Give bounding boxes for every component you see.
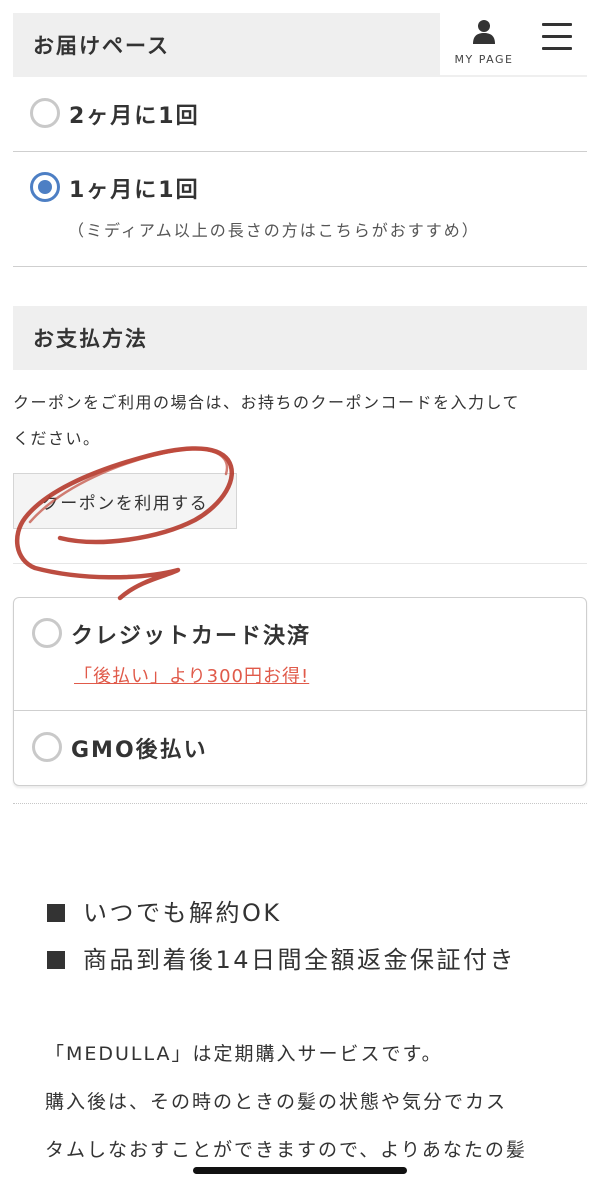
top-nav: MY PAGE — [440, 13, 587, 75]
description-line: 購入後は、その時のときの髪の状態や気分でカス — [45, 1091, 508, 1113]
home-indicator — [193, 1167, 407, 1174]
gmo-deferred-label: GMO後払い — [71, 738, 208, 763]
use-coupon-button[interactable]: クーポンを利用する — [13, 473, 237, 529]
feature-cancel-anytime: いつでも解約OK — [47, 893, 282, 928]
radio-1-month[interactable] — [30, 172, 60, 202]
coupon-text-line2: ください。 — [13, 429, 101, 448]
divider — [13, 563, 587, 564]
payment-method-title: お支払方法 — [33, 327, 148, 351]
radio-credit-card[interactable] — [32, 618, 62, 648]
option-label-1-month: 1ヶ月に1回 — [69, 178, 200, 203]
feature-refund-guarantee: 商品到着後14日間全額返金保証付き — [47, 940, 516, 975]
delivery-pace-title: お届けペース — [33, 34, 170, 58]
option-label-2-months: 2ヶ月に1回 — [69, 104, 200, 129]
option-note-1-month: （ミディアム以上の長さの方はこちらがおすすめ） — [68, 221, 480, 240]
feature-text: 商品到着後14日間全額返金保証付き — [83, 946, 517, 974]
credit-card-label: クレジットカード決済 — [71, 624, 312, 649]
divider — [13, 266, 587, 267]
mypage-button[interactable]: MY PAGE — [440, 13, 528, 75]
coupon-text-line1: クーポンをご利用の場合は、お持ちのクーポンコードを入力して — [13, 393, 521, 412]
radio-gmo-deferred[interactable] — [32, 732, 62, 762]
service-description: 「MEDULLA」は定期購入サービスです。 購入後は、その時のときの髪の状態や気… — [45, 1030, 585, 1174]
coupon-instructions: クーポンをご利用の場合は、お持ちのクーポンコードを入力して ください。 — [13, 385, 593, 457]
dotted-divider — [13, 803, 587, 804]
user-icon — [473, 20, 495, 44]
square-bullet-icon — [47, 904, 65, 922]
feature-text: いつでも解約OK — [83, 899, 282, 927]
radio-2-months[interactable] — [30, 98, 60, 128]
mypage-label: MY PAGE — [454, 53, 514, 66]
payment-methods-box: クレジットカード決済 「後払い」より300円お得! GMO後払い — [13, 597, 587, 786]
description-line: 「MEDULLA」は定期購入サービスです。 — [45, 1043, 443, 1065]
square-bullet-icon — [47, 951, 65, 969]
payment-method-header: お支払方法 — [13, 306, 587, 370]
divider — [13, 151, 587, 152]
deferred-payment-promo-link[interactable]: 「後払い」より300円お得! — [74, 662, 309, 688]
hamburger-menu-icon[interactable] — [540, 23, 574, 51]
divider — [14, 710, 586, 711]
